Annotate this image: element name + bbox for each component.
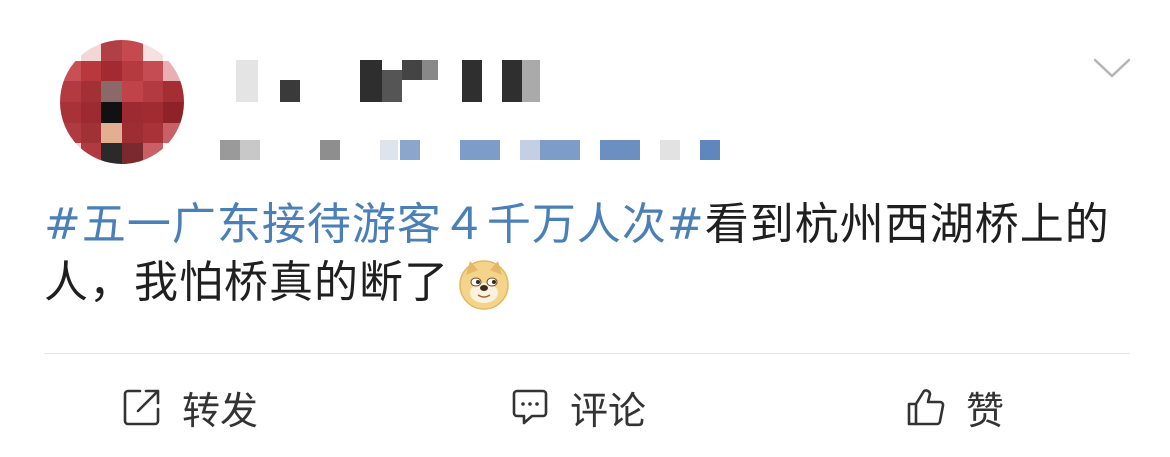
comment-button[interactable]: 评论 [508,382,647,433]
chat-bubble-icon [512,389,548,425]
post-text: #五一广东接待游客４千万人次#看到杭州西湖桥上的人，我怕桥真的断了 [44,196,1134,312]
doge-emoji-icon [459,260,509,310]
chevron-down-icon[interactable] [1092,52,1132,82]
like-button[interactable]: 赞 [904,382,1005,433]
repost-button[interactable]: 转发 [120,382,259,433]
avatar[interactable] [60,40,184,164]
post-meta-blurred [220,140,740,160]
repost-label: 转发 [182,388,259,433]
like-label: 赞 [966,388,1005,433]
username-blurred[interactable] [236,60,556,102]
comment-label: 评论 [570,388,647,433]
topic-link[interactable]: #五一广东接待游客４千万人次# [44,199,705,250]
share-box-icon [123,389,160,426]
divider [44,353,1130,354]
thumbs-up-icon [907,389,945,426]
weibo-post-card: #五一广东接待游客４千万人次#看到杭州西湖桥上的人，我怕桥真的断了 转发 评论 … [0,0,1170,457]
